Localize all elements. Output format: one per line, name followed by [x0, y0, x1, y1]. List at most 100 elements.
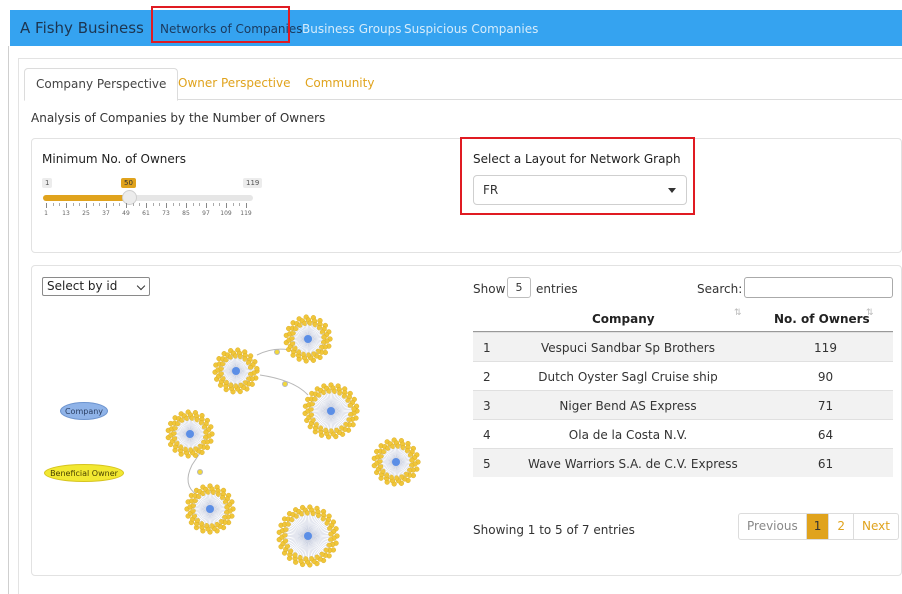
owner-node[interactable]	[312, 396, 318, 402]
company-cluster[interactable]	[371, 437, 421, 487]
owner-node[interactable]	[297, 554, 303, 561]
owner-node[interactable]	[383, 472, 390, 478]
table-row[interactable]: 3 Niger Bend AS Express 71	[473, 390, 893, 419]
owner-node[interactable]	[324, 520, 330, 526]
owner-node[interactable]	[175, 420, 181, 427]
owner-node[interactable]	[292, 552, 298, 558]
company-node[interactable]	[392, 458, 400, 466]
nav-business-groups[interactable]: Business Groups	[302, 22, 402, 36]
company-node[interactable]	[232, 367, 240, 375]
owner-node[interactable]	[400, 445, 406, 451]
pagination-page-1[interactable]: 1	[806, 514, 830, 539]
owner-node[interactable]	[283, 526, 289, 532]
entries-length-select[interactable]: 5	[507, 277, 531, 298]
owner-node[interactable]	[224, 504, 230, 510]
col-header-company[interactable]: Company	[592, 312, 655, 326]
owner-node[interactable]	[201, 439, 207, 445]
owner-node[interactable]	[194, 517, 200, 523]
company-node[interactable]	[304, 532, 312, 540]
nav-suspicious-companies[interactable]: Suspicious Companies	[404, 22, 538, 36]
owner-node[interactable]	[319, 551, 325, 557]
owner-node[interactable]	[220, 495, 226, 501]
owner-node[interactable]	[323, 547, 329, 553]
tab-community[interactable]: Community	[294, 68, 385, 100]
owner-node[interactable]	[337, 390, 343, 396]
network-graph[interactable]	[32, 300, 452, 570]
owner-node[interactable]	[309, 401, 315, 407]
company-cluster[interactable]	[165, 409, 215, 459]
owner-node[interactable]	[285, 521, 291, 527]
owner-node[interactable]	[343, 421, 349, 428]
owner-node[interactable]	[312, 322, 318, 328]
owner-node[interactable]	[292, 345, 298, 351]
owner-node[interactable]	[316, 325, 323, 331]
col-header-owners[interactable]: No. of Owners	[774, 312, 870, 326]
owner-node[interactable]	[197, 469, 203, 475]
owner-node[interactable]	[174, 440, 180, 446]
owner-node[interactable]	[295, 349, 302, 355]
table-row[interactable]: 4 Ola de la Costa N.V. 64	[473, 419, 893, 448]
owner-node[interactable]	[194, 417, 200, 423]
owner-node[interactable]	[198, 420, 205, 426]
table-row[interactable]: 2 Dutch Oyster Sagl Cruise ship 90	[473, 361, 893, 390]
owner-node[interactable]	[293, 325, 299, 332]
owner-node[interactable]	[289, 516, 295, 523]
owner-node[interactable]	[203, 429, 209, 435]
owner-node[interactable]	[326, 542, 332, 548]
owner-node[interactable]	[338, 425, 345, 431]
owner-node[interactable]	[404, 448, 411, 454]
owner-node[interactable]	[319, 344, 325, 350]
owner-node[interactable]	[222, 514, 228, 521]
table-row[interactable]: 5 Wave Warriors S.A. de C.V. Express 61	[473, 448, 893, 477]
pagination-previous[interactable]: Previous	[739, 514, 807, 539]
owner-node[interactable]	[341, 393, 348, 399]
owner-node[interactable]	[220, 361, 226, 367]
owner-node[interactable]	[317, 425, 324, 431]
owner-node[interactable]	[274, 349, 280, 355]
owner-node[interactable]	[282, 381, 288, 387]
owner-node[interactable]	[321, 334, 327, 340]
slider-handle[interactable]	[122, 190, 138, 205]
owner-node[interactable]	[315, 348, 321, 354]
legend-beneficial-owner-node[interactable]: Beneficial Owner	[44, 464, 124, 482]
owner-node[interactable]	[242, 356, 248, 362]
app-brand[interactable]: A Fishy Business	[20, 19, 144, 37]
company-node[interactable]	[206, 505, 214, 513]
owner-node[interactable]	[242, 380, 248, 386]
sort-icon[interactable]: ⇅	[734, 308, 742, 318]
owner-node[interactable]	[378, 453, 384, 459]
legend-company-node[interactable]: Company	[60, 402, 108, 420]
owner-node[interactable]	[403, 471, 409, 477]
owner-node[interactable]	[293, 513, 300, 519]
owner-node[interactable]	[218, 519, 224, 525]
owner-node[interactable]	[310, 417, 316, 423]
owner-node[interactable]	[409, 457, 415, 463]
company-cluster[interactable]	[283, 314, 333, 364]
owner-node[interactable]	[316, 392, 322, 398]
owner-node[interactable]	[192, 497, 198, 504]
owner-node[interactable]	[320, 516, 326, 522]
owner-node[interactable]	[316, 513, 322, 519]
owner-node[interactable]	[172, 425, 178, 431]
owner-node[interactable]	[246, 376, 252, 382]
owner-node[interactable]	[177, 444, 184, 450]
owner-node[interactable]	[198, 521, 205, 527]
pagination-page-2[interactable]: 2	[829, 514, 854, 539]
tab-owner-perspective[interactable]: Owner Perspective	[167, 68, 302, 100]
company-cluster[interactable]	[212, 347, 260, 395]
table-row[interactable]: 1 Vespuci Sandbar Sp Brothers 119	[473, 332, 893, 361]
tab-company-perspective[interactable]: Company Perspective	[24, 68, 179, 101]
sort-icon[interactable]: ⇅	[866, 308, 874, 318]
owner-node[interactable]	[254, 366, 260, 372]
owner-node[interactable]	[328, 531, 334, 537]
company-node[interactable]	[304, 335, 312, 343]
owner-node[interactable]	[196, 493, 202, 499]
pagination-next[interactable]: Next	[854, 514, 898, 539]
owner-node[interactable]	[290, 330, 296, 336]
owner-node[interactable]	[380, 468, 386, 474]
company-node[interactable]	[186, 430, 194, 438]
owner-node[interactable]	[223, 357, 229, 363]
owner-node[interactable]	[287, 548, 294, 554]
owner-node[interactable]	[381, 448, 387, 455]
company-node[interactable]	[327, 407, 335, 415]
